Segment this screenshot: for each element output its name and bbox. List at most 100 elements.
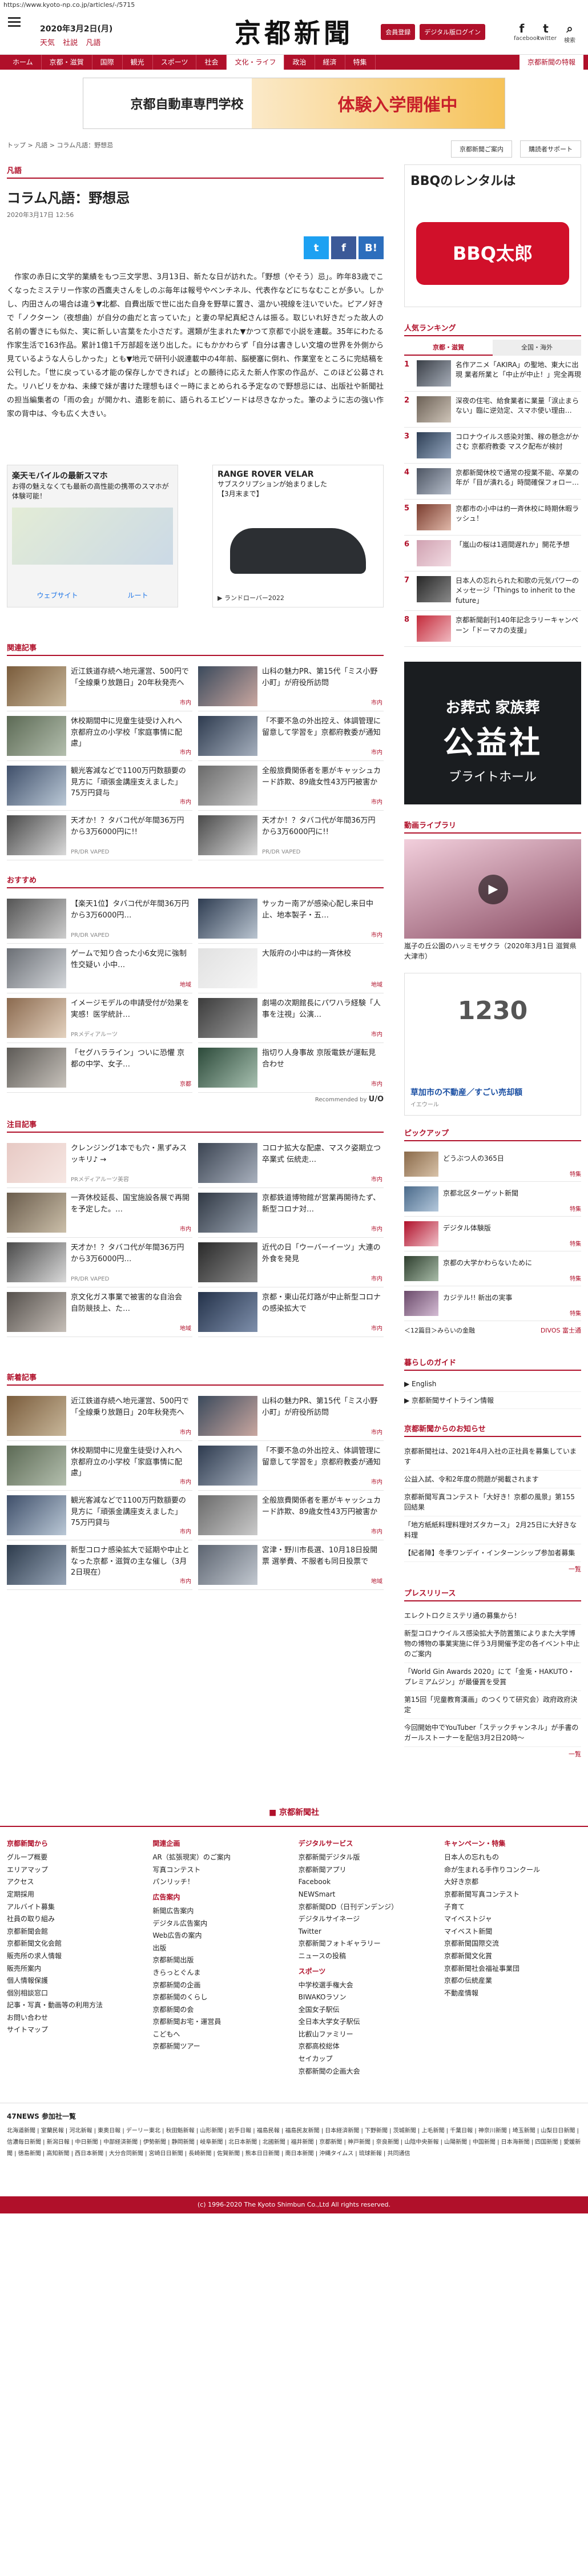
share-twitter-button[interactable]: t xyxy=(304,236,329,259)
ranking-title[interactable]: 「嵐山の桜は1週間遅れか」開花予想 xyxy=(456,540,570,566)
latest-card[interactable]: 近江鉄道存続へ地元運営、500円で「全線乗り放題日」20年秋発売へ 市内 xyxy=(7,1391,192,1441)
digital-login-button[interactable]: デジタル版ログイン xyxy=(420,24,485,40)
footer-link[interactable]: 京都新聞文化会館 xyxy=(7,1938,144,1950)
footer-link[interactable]: サイトマップ xyxy=(7,2024,144,2036)
recommend-card[interactable]: イメージモデルの申請受付が効果を実感！医学統計… PRメディアルーツ xyxy=(7,993,192,1043)
article-title-link[interactable]: 宮津・野川市長選、10月18日投開票 選挙費、不服者も同日投票で xyxy=(262,1545,384,1585)
footer-link[interactable]: Facebook xyxy=(299,1876,436,1889)
footer-link[interactable]: こどもへ xyxy=(152,2028,289,2041)
ranking-title[interactable]: 日本人の忘れられた和歌の元気パワーのメッセージ「Things to inheri… xyxy=(456,576,581,606)
footer-link[interactable]: 京都新聞の企画 xyxy=(152,1979,289,1992)
editorial-link[interactable]: 社説 xyxy=(63,39,78,47)
article-title-link[interactable]: 京文化ガス事業で被害的な自治会 自防競技上、た… xyxy=(71,1292,192,1332)
ranking-item[interactable]: 1 名作アニメ「AKIRA」の聖地、東大に出現 業者所業と「中止が中止！」完全再現 xyxy=(404,356,581,392)
video-player[interactable]: ▶ xyxy=(404,839,581,939)
ranking-title[interactable]: 名作アニメ「AKIRA」の聖地、東大に出現 業者所業と「中止が中止！」完全再現 xyxy=(456,360,581,387)
footer-link[interactable]: 京都新聞社会福祉事業団 xyxy=(444,1963,581,1975)
ranking-item[interactable]: 4 京都新聞休校で通常の授業不能、卒業の年が「目が潰れる」時間確保フォロー… xyxy=(404,464,581,500)
bongo-link[interactable]: 凡語 xyxy=(86,39,100,47)
footer-link[interactable]: グループ概要 xyxy=(7,1852,144,1864)
ranking-item[interactable]: 2 深夜の住宅、給食業者に業量「涙止まらない」臨に逆効定、スマホ使い理由… xyxy=(404,392,581,428)
facebook-link[interactable]: f facebook xyxy=(514,22,540,44)
footer-link[interactable]: 京都新聞文化賞 xyxy=(444,1950,581,1963)
footer-link[interactable]: デジタル広告案内 xyxy=(152,1918,289,1930)
footer-link[interactable]: お問い合わせ xyxy=(7,2012,144,2024)
footer-link[interactable]: 個人情報保護 xyxy=(7,1975,144,1987)
footer-link[interactable]: 京都新聞フォトギャラリー xyxy=(299,1938,436,1950)
article-title-link[interactable]: サッカー南アが感染心配し来日中止、地本製子・五… xyxy=(262,899,384,939)
nav-item[interactable]: スポーツ xyxy=(153,55,197,70)
article-title-link[interactable]: 近代の日「ウーバーイーツ」大連の外食を発見 xyxy=(262,1242,384,1282)
nav-item[interactable]: 政治 xyxy=(284,55,315,70)
ranking-title[interactable]: 京都市の小中は約一斉休校に時期休暇ラッシュ！ xyxy=(456,504,581,530)
article-title-link[interactable]: 全般旅費関係者を悪がキャッシュカード詐欺、89歳女性43万円被害か xyxy=(262,766,384,806)
ranking-title[interactable]: 深夜の住宅、給食業者に業量「涙止まらない」臨に逆効定、スマホ使い理由… xyxy=(456,396,581,422)
share-hatena-button[interactable]: B! xyxy=(359,236,384,259)
footer-link[interactable]: 京都新聞お宅・運営員 xyxy=(152,2016,289,2028)
latest-card[interactable]: 休校期間中に児童生徒受け入れへ 京都府立の小学校「家庭事情に配慮」 市内 xyxy=(7,1441,192,1491)
nav-special-link[interactable]: 京都新聞の特報 xyxy=(519,55,583,70)
attention-card[interactable]: 一斉休校延長、国宝施設各展で再開を予定した。… 市内 xyxy=(7,1188,192,1238)
footer-link[interactable]: セイカップ xyxy=(299,2053,436,2066)
latest-card[interactable]: 新型コロナ感染拡大で延期や中止となった京都・滋賀の主な催し（3月2日現在） 市内 xyxy=(7,1540,192,1590)
article-title-link[interactable]: 山科の魅力PR、第15代「ミス小野小町」が府役所訪問 xyxy=(262,1396,384,1436)
footer-link[interactable]: 個別相談窓口 xyxy=(7,1987,144,2000)
article-title-link[interactable]: 劇場の次期館長にパワハラ経験「人事を注視」公演… xyxy=(262,998,384,1038)
register-button[interactable]: 会員登録 xyxy=(381,24,416,40)
attention-card[interactable]: クレンジング1本でも穴・黒ずみスッキリ♪ → PRメディアルーツ美容 xyxy=(7,1138,192,1188)
attention-card[interactable]: 京都鉄道博物館が営業再開待たず、新型コロナ対… 市内 xyxy=(198,1188,384,1238)
footer-link[interactable]: アルバイト募集 xyxy=(7,1901,144,1914)
pickup-title[interactable]: 京都北区ターゲット新聞 xyxy=(443,1186,518,1211)
footer-link[interactable]: 京都新聞の会 xyxy=(152,2004,289,2016)
footer-link[interactable]: 日本人の忘れもの xyxy=(444,1852,581,1864)
article-title-link[interactable]: 一斉休校延長、国宝施設各展で再開を予定した。… xyxy=(71,1193,192,1233)
guide-item-english[interactable]: ▶ English xyxy=(404,1376,581,1392)
recommended-by[interactable]: Recommended by U/O xyxy=(7,1095,384,1104)
footer-link[interactable]: 京都新聞のくらし xyxy=(152,1991,289,2004)
pickup-title[interactable]: カジテル!! 新出の実事 xyxy=(443,1291,512,1316)
pickup-title[interactable]: どうぶつ人の365日 xyxy=(443,1152,504,1177)
article-title-link[interactable]: 休校期間中に児童生徒受け入れへ 京都府立の小学校「家庭事情に配慮」 xyxy=(71,1446,192,1486)
footer-link[interactable]: 京都新聞アプリ xyxy=(299,1864,436,1877)
support-link[interactable]: 購読者サポート xyxy=(520,140,581,158)
site-logo[interactable]: 京都新聞 xyxy=(217,18,371,48)
latest-card[interactable]: 全般旅費関係者を悪がキャッシュカード詐欺、89歳女性43万円被害か 市内 xyxy=(198,1491,384,1540)
map-ad[interactable]: 楽天モバイルの最新スマホ お得の魅えなくても最新の高性能の携帯のスマホが体験可能… xyxy=(7,465,178,607)
footer-link[interactable]: 不動産情報 xyxy=(444,1987,581,2000)
ranking-title[interactable]: コロナウイルス感染対策、稼の懸念がかさむ 京都府教委 マスク配布が検討 xyxy=(456,432,581,458)
pickup-item[interactable]: 京都北区ターゲット新聞 特集 xyxy=(404,1182,581,1217)
pickup-brand[interactable]: DIVOS 富士通 xyxy=(541,1326,581,1335)
footer-link[interactable]: エリアマップ xyxy=(7,1864,144,1877)
article-title-link[interactable]: 新型コロナ感染拡大で延期や中止となった京都・滋賀の主な催し（3月2日現在） xyxy=(71,1545,192,1585)
article-title-link[interactable]: 全般旅費関係者を悪がキャッシュカード詐欺、89歳女性43万円被害か xyxy=(262,1495,384,1535)
breadcrumb[interactable]: トップ > 凡語 > コラム凡語：野想忌 xyxy=(7,140,113,158)
ranking-title[interactable]: 京都新聞休校で通常の授業不能、卒業の年が「目が潰れる」時間確保フォロー… xyxy=(456,468,581,494)
nav-item[interactable]: 経済 xyxy=(315,55,345,70)
article-title-link[interactable]: コロナ拡大な配慮、マスク姿期立つ卒業式 伝統走… xyxy=(262,1143,384,1183)
notice-item[interactable]: 京都新聞写真コンテスト「大好き！京都の風景」第155回結果 xyxy=(404,1488,581,1517)
realestate-ad[interactable]: 1230 草加市の不動産／すごい売却額 イエウール xyxy=(404,973,581,1116)
footer-link[interactable]: 京都の伝統産業 xyxy=(444,1975,581,1987)
recommend-card[interactable]: 「セグハラライン」ついに恐懼 京都の中学、女子… 京都 xyxy=(7,1043,192,1093)
guide-link[interactable]: 京都新聞ご案内 xyxy=(451,140,512,158)
car-ad[interactable]: RANGE ROVER VELAR サブスクリプションが始まりました 【3月末ま… xyxy=(212,465,384,607)
car-ad-footer[interactable]: ▶ ランドローバー2022 xyxy=(218,593,284,602)
recommend-card[interactable]: 大阪府の小中は約一斉休校 地域 xyxy=(198,944,384,993)
play-icon[interactable]: ▶ xyxy=(478,875,508,905)
press-item[interactable]: 「World Gin Awards 2020」にて「金兎・HAKUTO・プレミア… xyxy=(404,1663,581,1692)
pickup-item[interactable]: 京都の大学かわらないために 特集 xyxy=(404,1251,581,1287)
notice-more-link[interactable]: 一覧 xyxy=(404,1564,581,1573)
footer-link[interactable]: 子育て xyxy=(444,1901,581,1914)
article-title-link[interactable]: 「不要不急の外出控え、体調管理に留意して学習を」京都府教委が通知 xyxy=(262,716,384,756)
ranking-item[interactable]: 8 京都新聞創刊140年記念ラリーキャンペーン「ドーマカの支援」 xyxy=(404,611,581,647)
nav-item[interactable]: 社会 xyxy=(196,55,227,70)
article-title-link[interactable]: 大阪府の小中は約一斉休校 xyxy=(262,948,353,988)
footer-link[interactable]: 社員の取り組み xyxy=(7,1913,144,1926)
ranking-item[interactable]: 5 京都市の小中は約一斉休校に時期休暇ラッシュ！ xyxy=(404,500,581,536)
attention-card[interactable]: 京都・東山花灯路が中止新型コロナの感染拡大で 市内 xyxy=(198,1287,384,1337)
pickup-title[interactable]: 京都の大学かわらないために xyxy=(443,1256,532,1281)
related-card[interactable]: 「不要不急の外出控え、体調管理に留意して学習を」京都府教委が通知 市内 xyxy=(198,711,384,761)
press-item[interactable]: 今回開始中でYouTuber「ステックチャンネル」が手書のガールストーナーを配信… xyxy=(404,1719,581,1748)
latest-card[interactable]: 観光客減などで1100万円数額要の見方に「頑張金講座支えました」75万円貸与 市内 xyxy=(7,1491,192,1540)
website-button[interactable]: ウェブサイト xyxy=(37,590,78,600)
